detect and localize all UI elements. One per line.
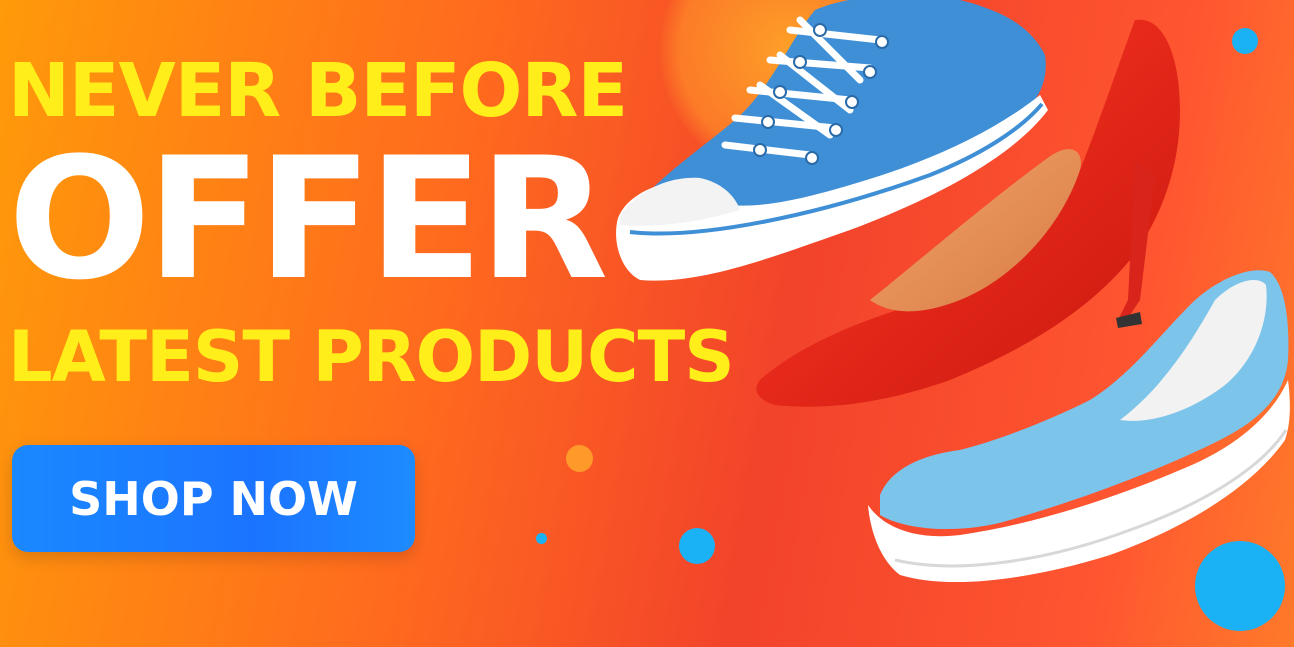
shoes-illustration	[616, 0, 1290, 583]
promo-banner[interactable]: NEVER BEFORE OFFER LATEST PRODUCTS SHOP …	[0, 0, 1294, 647]
